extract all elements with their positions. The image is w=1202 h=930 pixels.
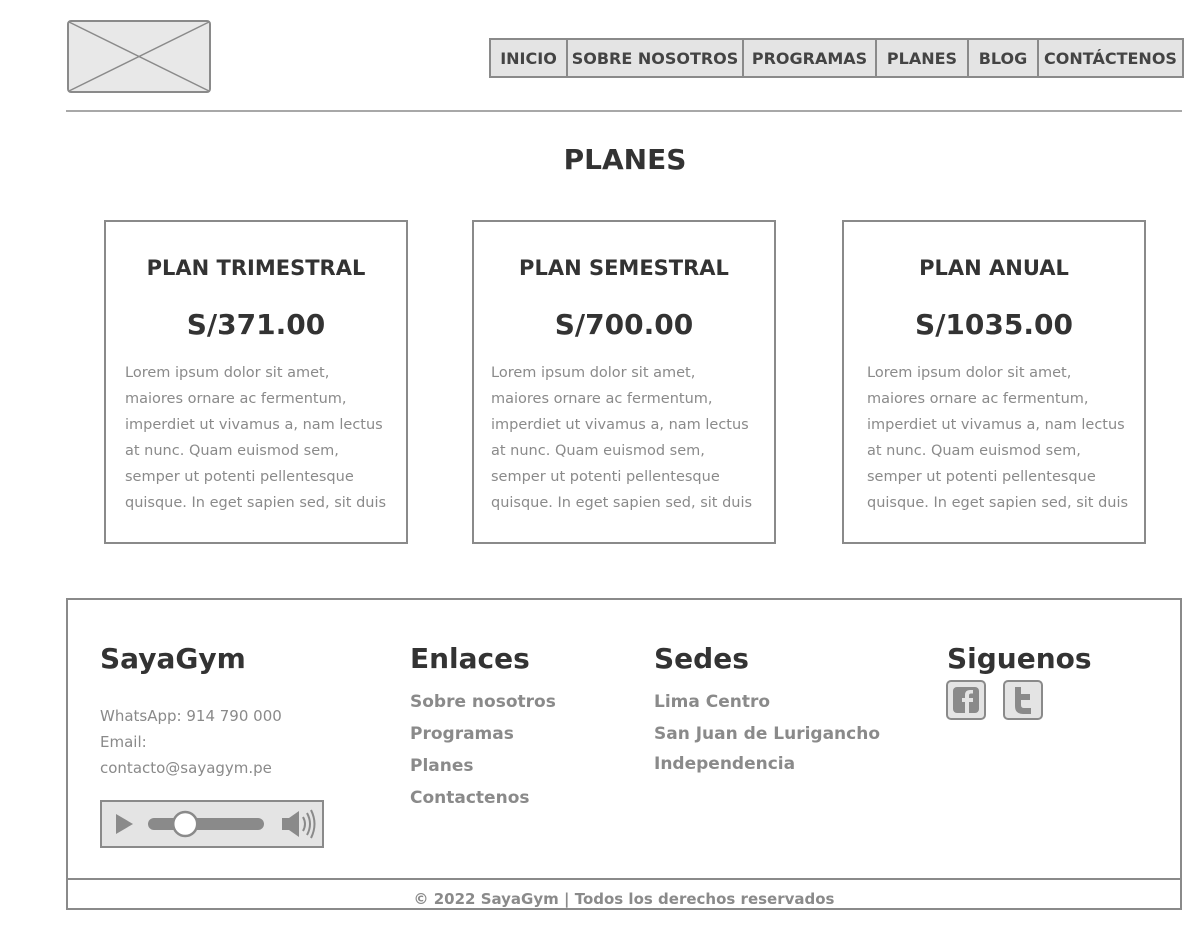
nav-item-programas[interactable]: PROGRAMAS <box>744 40 877 76</box>
plan-description: Lorem ipsum dolor sit amet, maiores orna… <box>867 365 1129 511</box>
plan-card-anual: PLAN ANUAL S/1035.00 Lorem ipsum dolor s… <box>842 220 1146 544</box>
footer-email[interactable]: contacto@sayagym.pe <box>100 759 272 777</box>
location-lima-centro[interactable]: Lima Centro <box>654 692 770 712</box>
nav-item-planes[interactable]: PLANES <box>877 40 969 76</box>
plan-description: Lorem ipsum dolor sit amet, maiores orna… <box>491 365 753 511</box>
nav-item-inicio[interactable]: INICIO <box>491 40 568 76</box>
plan-price: S/700.00 <box>554 308 694 341</box>
nav-item-blog[interactable]: BLOG <box>969 40 1039 76</box>
play-icon[interactable] <box>116 814 133 834</box>
site-footer: SayaGym WhatsApp: 914 790 000 Email: con… <box>66 598 1182 910</box>
audio-player-graphic <box>116 809 316 839</box>
location-san-juan-de-lurigancho[interactable]: San Juan de Lurigancho <box>654 724 880 744</box>
footer-locations-title: Sedes <box>654 642 749 675</box>
location-independencia[interactable]: Independencia <box>654 754 795 774</box>
plan-title: PLAN ANUAL <box>919 256 1069 280</box>
footer-brand-title: SayaGym <box>100 642 246 675</box>
footer-email-label: Email: <box>100 733 147 751</box>
footer-links-title: Enlaces <box>410 642 530 675</box>
footer-divider <box>68 878 1180 880</box>
page-title: PLANES <box>563 143 687 176</box>
volume-icon[interactable] <box>282 809 316 839</box>
footer-whatsapp: WhatsApp: 914 790 000 <box>100 707 282 725</box>
twitter-icon[interactable] <box>1003 680 1043 720</box>
main-nav: INICIO SOBRE NOSOTROS PROGRAMAS PLANES B… <box>489 38 1184 78</box>
footer-link-sobre-nosotros[interactable]: Sobre nosotros <box>410 692 556 712</box>
plan-title: PLAN SEMESTRAL <box>519 256 729 280</box>
footer-link-planes[interactable]: Planes <box>410 756 474 776</box>
facebook-icon[interactable] <box>946 680 986 720</box>
nav-item-sobre-nosotros[interactable]: SOBRE NOSOTROS <box>568 40 744 76</box>
plan-price: S/371.00 <box>186 308 326 341</box>
progress-knob[interactable] <box>171 810 199 838</box>
footer-link-programas[interactable]: Programas <box>410 724 514 744</box>
nav-item-contactenos[interactable]: CONTÁCTENOS <box>1039 40 1182 76</box>
header-divider <box>66 110 1182 112</box>
footer-copyright: © 2022 SayaGym | Todos los derechos rese… <box>413 890 835 908</box>
plan-card-trimestral: PLAN TRIMESTRAL S/371.00 Lorem ipsum dol… <box>104 220 408 544</box>
audio-player <box>100 800 324 848</box>
footer-link-contactenos[interactable]: Contactenos <box>410 788 530 808</box>
plan-title: PLAN TRIMESTRAL <box>146 256 366 280</box>
footer-social-title: Siguenos <box>947 642 1092 675</box>
plan-price: S/1035.00 <box>915 308 1073 341</box>
logo-placeholder[interactable] <box>67 20 211 93</box>
plan-description: Lorem ipsum dolor sit amet, maiores orna… <box>125 365 387 511</box>
plan-card-semestral: PLAN SEMESTRAL S/700.00 Lorem ipsum dolo… <box>472 220 776 544</box>
image-placeholder-icon <box>67 20 211 93</box>
